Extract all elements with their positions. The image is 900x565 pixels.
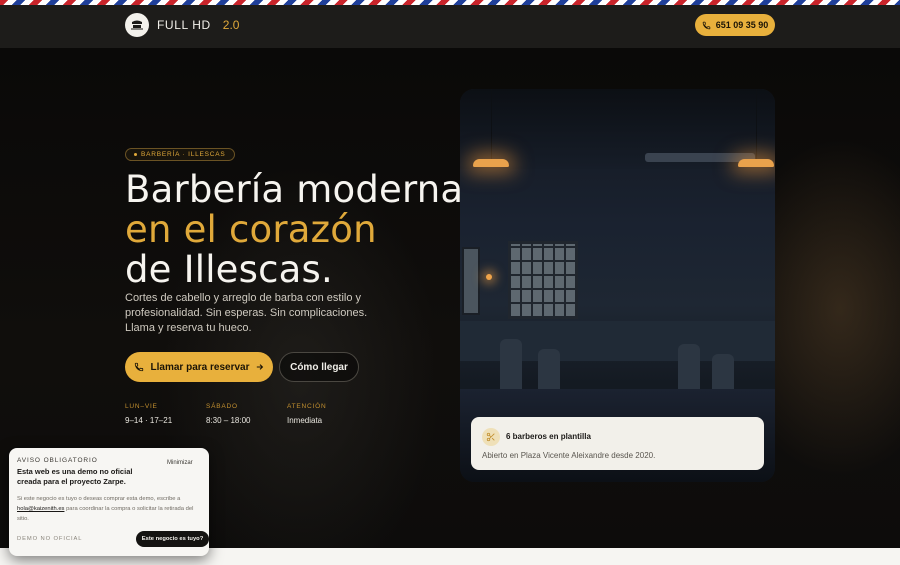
team-info-title: 6 barberos en plantilla [506,432,591,441]
notice-footer-label: DEMO NO OFICIAL [17,536,83,542]
arrow-right-icon [257,364,264,370]
tag-label: BARBERÍA · ILLESCAS [141,151,226,158]
phone-icon [134,362,143,372]
hours-label: LUN–VIE [125,403,158,410]
directions-label: Cómo llegar [290,361,348,373]
notice-body: Si este negocio es tuyo o deseas comprar… [17,494,201,524]
location-tag: BARBERÍA · ILLESCAS [125,148,235,161]
hours-label: SÁBADO [206,403,238,410]
team-info-subtitle: Abierto en Plaza Vicente Aleixandre desd… [482,451,656,460]
photo-window [508,241,578,319]
hours-attention: ATENCIÓN Inmediata [287,403,327,425]
hours-value: Inmediata [287,416,323,425]
phone-icon [702,21,710,29]
call-to-book-button[interactable]: Llamar para reservar [125,352,273,382]
hours-value: 8:30 – 18:00 [206,416,251,425]
demo-notice-popup: AVISO OBLIGATORIO Minimizar Esta web es … [9,448,209,556]
top-navigation-bar: FULL HD 2.0 651 09 35 90 [0,5,900,48]
brand[interactable]: FULL HD 2.0 [125,13,239,37]
notice-kicker: AVISO OBLIGATORIO [17,457,98,464]
scissors-icon [482,428,500,446]
team-info-card: 6 barberos en plantilla Abierto en Plaza… [471,417,764,470]
claim-business-button[interactable]: Este negocio es tuyo? [136,531,209,547]
hours-label: ATENCIÓN [287,403,327,410]
hero-title: Barbería moderna en el corazón de Illesc… [125,170,463,290]
lamp-wire [756,89,757,159]
pendant-lamp [738,159,774,167]
hours-weekdays: LUN–VIE 9–14 · 17–21 [125,403,172,425]
pendant-lamp [473,159,509,167]
brand-version: 2.0 [222,18,240,32]
hero-title-line-3: de Illescas. [125,248,333,291]
minimize-button[interactable]: Minimizar [167,460,193,466]
hours-saturday: SÁBADO 8:30 – 18:00 [206,403,250,425]
notice-title: Esta web es una demo no oficial creada p… [17,467,133,486]
hours-value: 9–14 · 17–21 [125,416,173,425]
brand-name: FULL HD [157,18,211,32]
lamp-wire [491,89,492,159]
hero-lead: Cortes de cabello y arreglo de barba con… [125,292,368,334]
notice-email-link[interactable]: hola@kaizenith.es [17,506,64,512]
photo-side-window [462,247,480,315]
tag-dot-icon [134,153,137,156]
directions-button[interactable]: Cómo llegar [279,352,359,382]
wall-light [486,274,492,280]
hero-title-line-1: Barbería moderna [125,168,464,211]
header-phone-button[interactable]: 651 09 35 90 [695,14,775,36]
call-to-book-label: Llamar para reservar [150,361,250,373]
notice-body-text: Si este negocio es tuyo o deseas comprar… [17,496,181,502]
header-phone-label: 651 09 35 90 [715,20,769,30]
barber-logo-icon [125,13,149,37]
hero-title-line-2: en el corazón [125,208,377,251]
